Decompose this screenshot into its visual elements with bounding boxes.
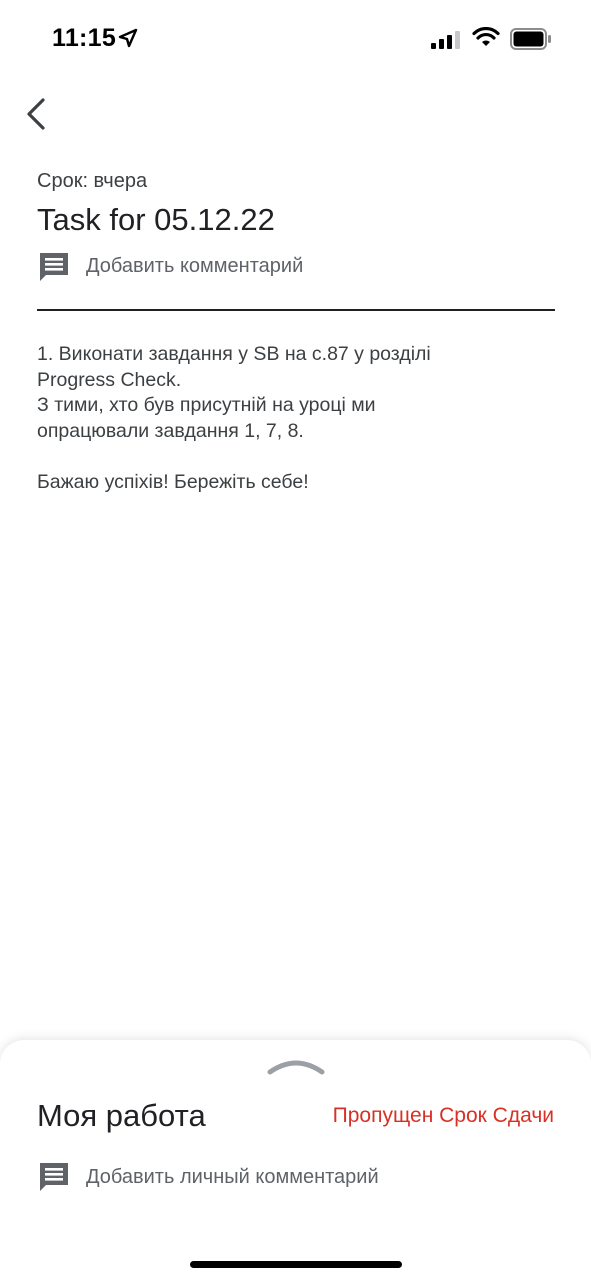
add-private-comment-label: Добавить личный комментарий (86, 1166, 379, 1188)
home-indicator[interactable] (190, 1261, 402, 1268)
divider (37, 309, 555, 311)
add-comment-label: Добавить комментарий (86, 255, 304, 277)
description-line: З тими, хто був присутній на уроці ми (37, 394, 376, 416)
chevron-left-icon (27, 98, 45, 130)
due-date-label: Срок: вчера (37, 170, 148, 192)
battery-icon (510, 28, 551, 50)
status-time: 11:15 (52, 24, 117, 52)
description-line: Бажаю успіхів! Бережіть себе! (37, 470, 309, 493)
add-comment-button[interactable]: Добавить комментарий (37, 250, 357, 286)
back-button[interactable] (16, 92, 60, 136)
wifi-icon (472, 27, 500, 46)
status-badge: Пропущен Срок Сдачи (332, 1104, 554, 1127)
comment-icon (40, 253, 68, 281)
comment-icon (40, 1163, 68, 1191)
add-private-comment-button[interactable]: Добавить личный комментарий (37, 1158, 437, 1194)
assignment-title: Task for 05.12.22 (37, 202, 275, 237)
cellular-signal-icon (431, 31, 460, 49)
my-work-title: Моя работа (37, 1098, 206, 1133)
description-line: опрацювали завдання 1, 7, 8. (37, 419, 304, 442)
location-arrow-icon (118, 28, 138, 48)
description-line: 1. Виконати завдання у SB на с.87 у розд… (37, 343, 431, 365)
my-work-sheet[interactable]: Моя работа Пропущен Срок Сдачи Добавить … (0, 1040, 591, 1280)
description-line: Progress Check. (37, 368, 182, 391)
status-bar: 11:15 (0, 0, 591, 80)
chevron-up-icon[interactable] (266, 1056, 326, 1076)
assignment-description: 1. Виконати завдання у SB на с.87 у розд… (37, 342, 557, 495)
